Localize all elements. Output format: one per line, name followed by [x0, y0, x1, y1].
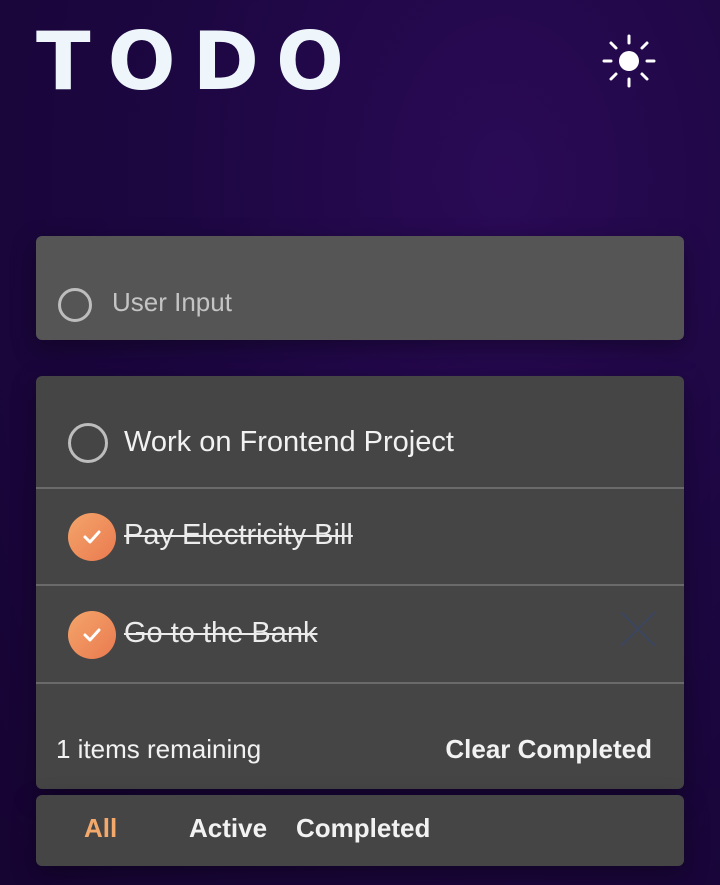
- filter-bar: All Active Completed: [36, 795, 684, 866]
- sun-icon: [602, 34, 656, 88]
- new-todo-card: [36, 236, 684, 340]
- page-title: TODO: [36, 15, 361, 108]
- todo-list: Work on Frontend Project Pay Electricity…: [36, 376, 684, 789]
- items-remaining-count: 1 items remaining: [56, 734, 262, 764]
- todo-item-text: Go to the Bank: [124, 617, 318, 649]
- checkmark-icon[interactable]: [68, 513, 116, 561]
- new-todo-input[interactable]: [112, 282, 652, 322]
- filter-completed-button[interactable]: Completed: [296, 813, 430, 844]
- todo-item[interactable]: Pay Electricity Bill: [36, 489, 684, 586]
- filter-all-button[interactable]: All: [84, 813, 117, 844]
- todo-item[interactable]: Work on Frontend Project: [36, 392, 684, 489]
- todo-item-text: Work on Frontend Project: [124, 426, 454, 458]
- checkmark-icon[interactable]: [68, 611, 116, 659]
- unchecked-circle-icon[interactable]: [68, 423, 108, 463]
- theme-toggle-button[interactable]: [600, 32, 658, 90]
- todo-item-text: Pay Electricity Bill: [124, 519, 353, 551]
- close-icon[interactable]: [620, 611, 656, 647]
- clear-completed-button[interactable]: Clear Completed: [445, 734, 652, 765]
- new-todo-circle-icon: [58, 288, 92, 322]
- todo-item[interactable]: Go to the Bank: [36, 587, 684, 684]
- filter-active-button[interactable]: Active: [189, 813, 267, 844]
